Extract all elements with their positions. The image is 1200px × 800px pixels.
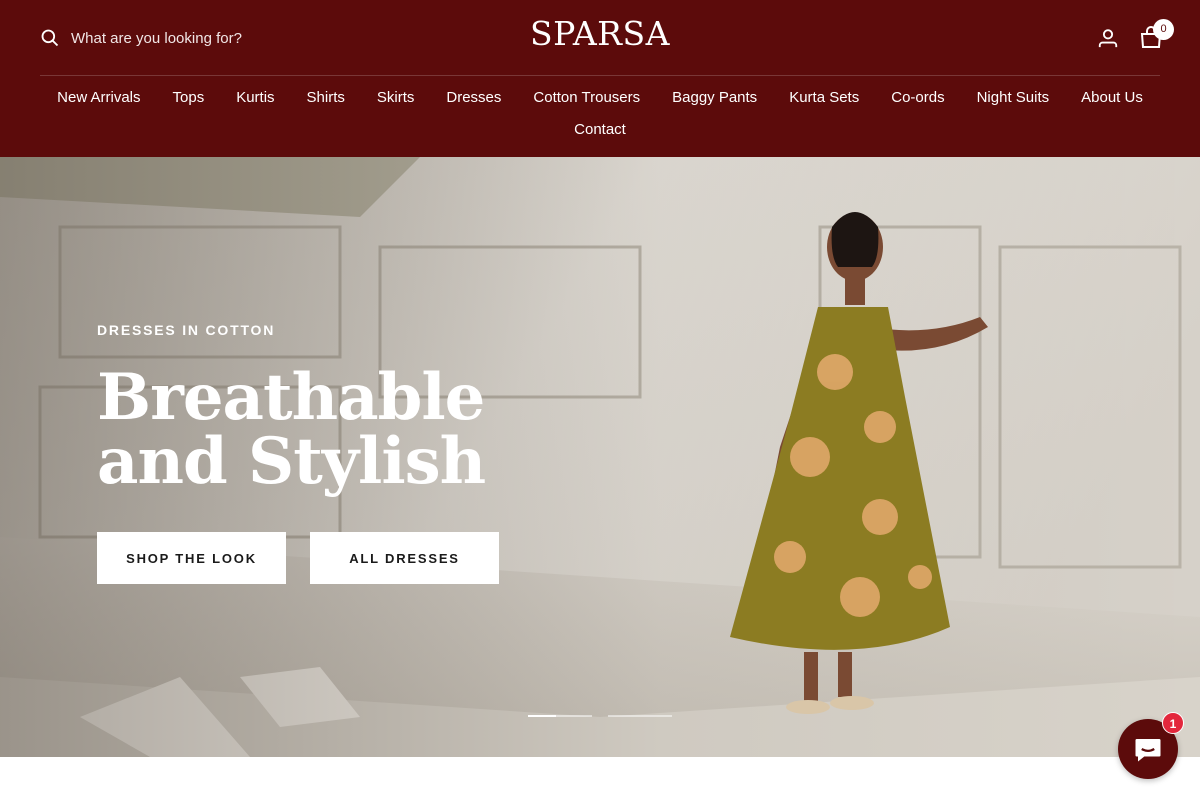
cart-count-badge: 0 <box>1153 19 1174 40</box>
nav-item-dresses[interactable]: Dresses <box>430 89 517 106</box>
nav-item-tops[interactable]: Tops <box>157 89 221 106</box>
nav-item-cotton-trousers[interactable]: Cotton Trousers <box>517 89 656 106</box>
all-dresses-button[interactable]: ALL DRESSES <box>310 532 499 584</box>
nav-item-kurta-sets[interactable]: Kurta Sets <box>773 89 875 106</box>
chat-bubble-icon <box>1135 739 1161 762</box>
nav-row: Contact <box>0 113 1200 145</box>
site-header: SPARSA 0 New Arrivals Tops Kurtis Shirts… <box>0 0 1200 157</box>
nav-item-shirts[interactable]: Shirts <box>291 89 361 106</box>
nav-row: New Arrivals Tops Kurtis Shirts Skirts D… <box>0 77 1200 117</box>
search-bar[interactable] <box>40 26 311 50</box>
hero-cta-group: SHOP THE LOOK ALL DRESSES <box>97 532 597 584</box>
slideshow-pagination <box>528 715 672 717</box>
hero-eyebrow: DRESSES IN COTTON <box>97 322 276 338</box>
nav-item-new-arrivals[interactable]: New Arrivals <box>41 89 156 106</box>
nav-item-contact[interactable]: Contact <box>558 121 642 138</box>
main-navigation: New Arrivals Tops Kurtis Shirts Skirts D… <box>0 77 1200 145</box>
nav-item-baggy-pants[interactable]: Baggy Pants <box>656 89 773 106</box>
nav-item-about-us[interactable]: About Us <box>1065 89 1159 106</box>
slide-indicator-1[interactable] <box>528 715 592 717</box>
logo-link[interactable]: SPARSA <box>530 14 670 53</box>
hero-content: DRESSES IN COTTON Breathable and Stylish… <box>97 322 597 584</box>
nav-item-skirts[interactable]: Skirts <box>361 89 431 106</box>
account-icon[interactable] <box>1097 27 1119 49</box>
hero-slideshow: DRESSES IN COTTON Breathable and Stylish… <box>0 157 1200 757</box>
nav-item-co-ords[interactable]: Co-ords <box>875 89 960 106</box>
shop-the-look-button[interactable]: SHOP THE LOOK <box>97 532 286 584</box>
slide-indicator-2[interactable] <box>608 715 672 717</box>
header-topbar: SPARSA 0 <box>40 0 1174 76</box>
chat-notification-badge: 1 <box>1162 712 1184 734</box>
search-input[interactable] <box>71 29 311 47</box>
search-icon[interactable] <box>40 28 60 48</box>
nav-item-night-suits[interactable]: Night Suits <box>961 89 1066 106</box>
nav-item-kurtis[interactable]: Kurtis <box>220 89 290 106</box>
hero-headline: Breathable and Stylish <box>97 360 486 499</box>
